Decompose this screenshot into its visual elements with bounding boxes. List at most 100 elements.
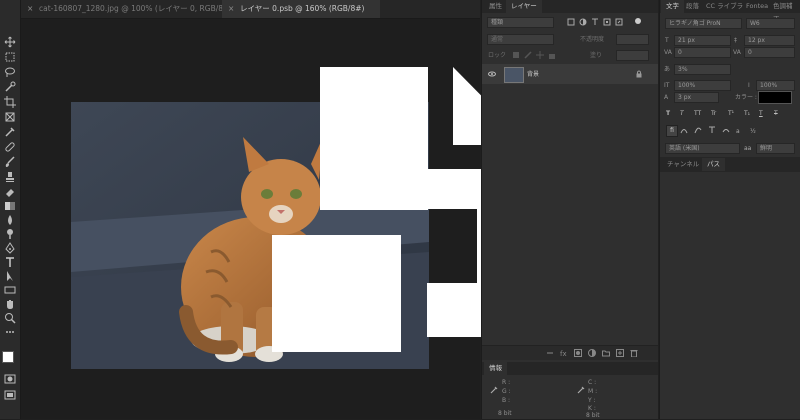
filter-pixel-icon[interactable]: [567, 18, 575, 26]
leading-field[interactable]: 12 px: [744, 35, 795, 46]
paths-panel-tabs: チャンネル パス: [660, 157, 800, 172]
layers-panel: 属性 レイヤー 種類 通常 不透明度 ロック 塗り 背景 fx 情報 R : G: [481, 0, 658, 419]
layer-row[interactable]: 背景: [482, 64, 658, 84]
baseline-shift-field[interactable]: 3 px: [674, 92, 719, 103]
horizontal-scale-field[interactable]: 100%: [756, 80, 795, 91]
kerning-field[interactable]: 0: [674, 47, 731, 58]
character-panel: 文字 段落 CC ライブラ Fontea 色調補正 ヒラギノ角ゴ ProN W6…: [659, 0, 800, 419]
antialias-value: 鮮明: [760, 145, 773, 152]
filter-type-icon[interactable]: [591, 18, 599, 26]
eraser-tool-icon[interactable]: [4, 186, 16, 198]
info-m-label: M :: [588, 388, 598, 395]
tab-layers[interactable]: レイヤー: [506, 0, 542, 13]
add-mask-icon[interactable]: [574, 349, 582, 357]
close-tab-icon[interactable]: ×: [228, 0, 234, 18]
lasso-tool-icon[interactable]: [4, 66, 16, 78]
all-caps-button[interactable]: TT: [694, 109, 701, 118]
contextual-alt-icon[interactable]: [680, 126, 688, 134]
quick-mask-icon[interactable]: [4, 373, 16, 385]
fill-field[interactable]: [616, 50, 649, 61]
hand-tool-icon[interactable]: [4, 298, 16, 310]
tsume-value: 3%: [678, 66, 688, 73]
fractions-icon[interactable]: ½: [750, 126, 758, 135]
filter-smart-object-icon[interactable]: [615, 18, 623, 26]
tab-paths[interactable]: パス: [702, 158, 725, 171]
text-color-swatch[interactable]: [758, 91, 792, 104]
dodge-tool-icon[interactable]: [4, 228, 16, 240]
font-style-select[interactable]: W6: [746, 18, 795, 29]
lock-transparent-icon[interactable]: [512, 51, 520, 59]
filter-adjustment-icon[interactable]: [579, 18, 587, 26]
layer-kind-value: 種類: [491, 19, 504, 26]
faux-italic-button[interactable]: T: [680, 109, 684, 118]
healing-brush-tool-icon[interactable]: [4, 141, 16, 153]
tsume-field[interactable]: 3%: [674, 64, 731, 75]
ligature-button[interactable]: ﬁ: [666, 125, 678, 137]
logo-block-bottom-left: [272, 235, 401, 352]
document-tab-2[interactable]: × レイヤー 0.psb @ 160% (RGB/8#): [222, 0, 380, 18]
horizontal-scale-value: 100%: [760, 82, 778, 89]
filter-toggle-icon[interactable]: [634, 17, 642, 25]
blend-mode-select[interactable]: 通常: [487, 34, 554, 45]
frame-tool-icon[interactable]: [4, 111, 16, 123]
tab-properties[interactable]: 属性: [484, 0, 507, 13]
tracking-field[interactable]: 0: [744, 47, 795, 58]
fx-icon[interactable]: fx: [560, 349, 568, 358]
marquee-tool-icon[interactable]: [4, 51, 16, 63]
titling-alt-icon[interactable]: [708, 126, 716, 134]
tab-adjustments[interactable]: 色調補正: [768, 0, 800, 23]
blur-tool-icon[interactable]: [4, 214, 16, 226]
faux-bold-button[interactable]: T: [666, 109, 670, 118]
crop-tool-icon[interactable]: [4, 96, 16, 108]
trash-icon[interactable]: [630, 349, 638, 358]
info-g-label: G :: [502, 388, 511, 395]
type-tool-icon[interactable]: [4, 256, 16, 268]
lock-all-icon[interactable]: [548, 51, 556, 59]
font-size-field[interactable]: 21 px: [674, 35, 731, 46]
brush-tool-icon[interactable]: [4, 156, 16, 168]
opacity-field[interactable]: [616, 34, 649, 45]
ordinal-icon[interactable]: a: [736, 126, 744, 135]
rectangle-tool-icon[interactable]: [4, 284, 16, 296]
layer-kind-filter[interactable]: 種類: [487, 17, 554, 28]
zoom-tool-icon[interactable]: [4, 312, 16, 324]
eye-icon[interactable]: [488, 70, 496, 78]
antialias-select[interactable]: 鮮明: [756, 143, 795, 154]
tab-info[interactable]: 情報: [484, 362, 507, 375]
link-layers-icon[interactable]: [546, 349, 554, 357]
layers-panel-tabs: 属性 レイヤー: [482, 0, 658, 13]
small-caps-button[interactable]: Tr: [711, 109, 716, 118]
screen-mode-icon[interactable]: [4, 389, 16, 401]
lock-position-icon[interactable]: [536, 51, 544, 59]
adjustment-layer-icon[interactable]: [588, 349, 596, 357]
clone-stamp-tool-icon[interactable]: [4, 171, 16, 183]
new-layer-icon[interactable]: [616, 349, 624, 357]
stylistic-alt-icon[interactable]: [694, 126, 702, 134]
move-tool-icon[interactable]: [4, 36, 16, 48]
new-group-icon[interactable]: [602, 349, 610, 357]
tab-channels[interactable]: チャンネル: [662, 158, 704, 171]
eyedropper-tool-icon[interactable]: [4, 126, 16, 138]
document-tab-1[interactable]: × cat-160807_1280.jpg @ 100% (レイヤー 0, RG…: [21, 0, 238, 18]
swash-icon[interactable]: [722, 126, 730, 134]
filter-shape-icon[interactable]: [603, 18, 611, 26]
lock-image-icon[interactable]: [524, 51, 532, 59]
vertical-scale-field[interactable]: 100%: [674, 80, 731, 91]
more-tools-icon[interactable]: [4, 326, 16, 338]
gradient-tool-icon[interactable]: [4, 200, 16, 212]
path-selection-tool-icon[interactable]: [4, 270, 16, 282]
subscript-button[interactable]: T₁: [744, 109, 750, 118]
horizontal-scale-icon: I: [748, 82, 750, 89]
superscript-button[interactable]: T¹: [728, 109, 734, 118]
language-value: 英語 (米国): [669, 145, 700, 152]
underline-button[interactable]: T: [759, 109, 763, 118]
quick-selection-tool-icon[interactable]: [4, 81, 16, 93]
font-family-select[interactable]: ヒラギノ角ゴ ProN: [665, 18, 742, 29]
svg-text:½: ½: [750, 128, 756, 134]
layer-thumbnail: [504, 67, 524, 83]
strikethrough-button[interactable]: T: [774, 109, 778, 118]
pen-tool-icon[interactable]: [4, 242, 16, 254]
foreground-color-swatch[interactable]: [2, 351, 14, 363]
language-select[interactable]: 英語 (米国): [665, 143, 740, 154]
close-tab-icon[interactable]: ×: [27, 0, 33, 18]
